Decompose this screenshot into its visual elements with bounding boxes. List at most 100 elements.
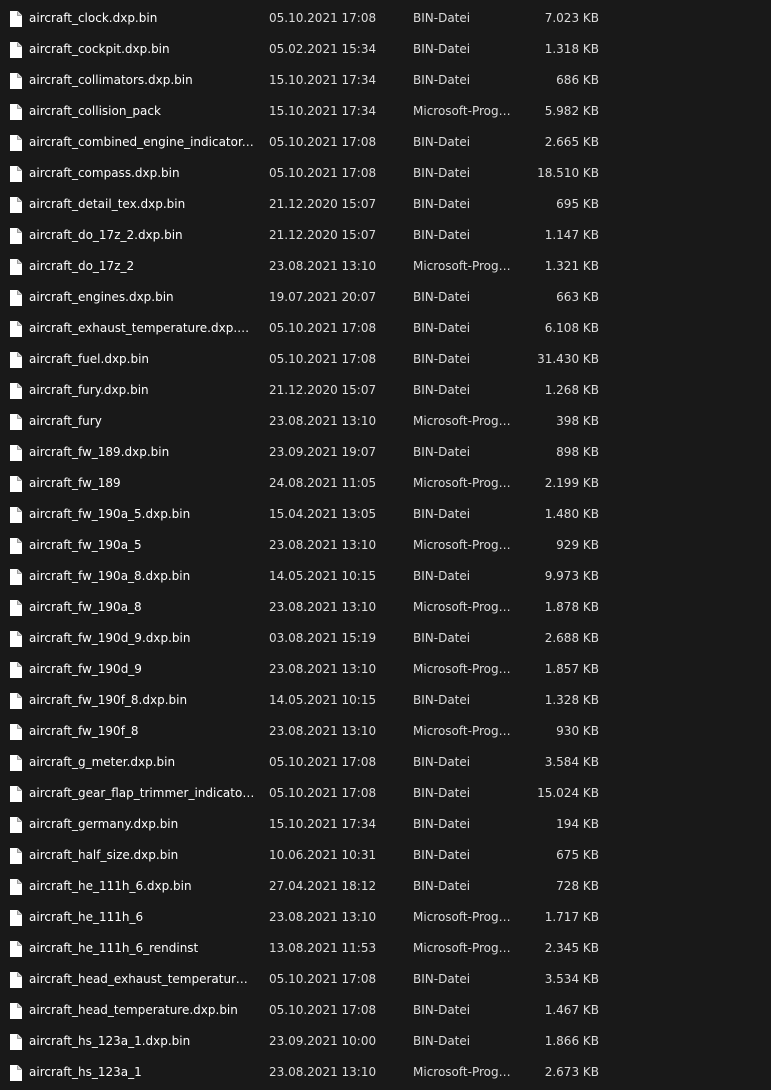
file-name: aircraft_do_17z_2 xyxy=(29,259,135,273)
file-modified-date: 14.05.2021 10:15 xyxy=(269,569,377,583)
file-modified-date: 21.12.2020 15:07 xyxy=(269,197,377,211)
file-row[interactable]: aircraft_fw_190f_8 23.08.2021 13:10 Micr… xyxy=(0,716,771,747)
file-size: 398 KB xyxy=(556,414,599,428)
file-row[interactable]: aircraft_hs_123a_1.dxp.bin 23.09.2021 10… xyxy=(0,1026,771,1057)
file-row[interactable]: aircraft_fuel.dxp.bin 05.10.2021 17:08 B… xyxy=(0,344,771,375)
file-modified-date: 05.02.2021 15:34 xyxy=(269,42,377,56)
file-type: BIN-Datei xyxy=(413,972,471,986)
file-modified-date: 15.10.2021 17:34 xyxy=(269,817,377,831)
file-name: aircraft_he_111h_6.dxp.bin xyxy=(29,879,192,893)
file-icon xyxy=(10,941,22,957)
file-type: BIN-Datei xyxy=(413,1003,471,1017)
file-name: aircraft_compass.dxp.bin xyxy=(29,166,180,180)
file-row[interactable]: aircraft_combined_engine_indicator.dxp..… xyxy=(0,127,771,158)
file-row[interactable]: aircraft_head_exhaust_temperature.dxp.b.… xyxy=(0,964,771,995)
file-name: aircraft_collimators.dxp.bin xyxy=(29,73,193,87)
file-icon xyxy=(10,104,22,120)
file-modified-date: 23.08.2021 13:10 xyxy=(269,662,377,676)
file-row[interactable]: aircraft_fw_189 24.08.2021 11:05 Microso… xyxy=(0,468,771,499)
file-type: BIN-Datei xyxy=(413,197,471,211)
file-icon xyxy=(10,383,22,399)
file-row[interactable]: aircraft_fw_190a_5.dxp.bin 15.04.2021 13… xyxy=(0,499,771,530)
file-icon xyxy=(10,259,22,275)
file-name: aircraft_hs_123a_1 xyxy=(29,1065,142,1079)
file-type: BIN-Datei xyxy=(413,848,471,862)
file-type: Microsoft-Progra... xyxy=(413,724,515,738)
file-row[interactable]: aircraft_compass.dxp.bin 05.10.2021 17:0… xyxy=(0,158,771,189)
file-modified-date: 10.06.2021 10:31 xyxy=(269,848,377,862)
file-modified-date: 23.08.2021 13:10 xyxy=(269,910,377,924)
file-row[interactable]: aircraft_he_111h_6 23.08.2021 13:10 Micr… xyxy=(0,902,771,933)
file-icon xyxy=(10,228,22,244)
file-modified-date: 03.08.2021 15:19 xyxy=(269,631,377,645)
file-row[interactable]: aircraft_do_17z_2.dxp.bin 21.12.2020 15:… xyxy=(0,220,771,251)
file-row[interactable]: aircraft_hs_123a_1 23.08.2021 13:10 Micr… xyxy=(0,1057,771,1088)
file-name: aircraft_detail_tex.dxp.bin xyxy=(29,197,186,211)
file-row[interactable]: aircraft_fury.dxp.bin 21.12.2020 15:07 B… xyxy=(0,375,771,406)
file-icon xyxy=(10,724,22,740)
file-row[interactable]: aircraft_clock.dxp.bin 05.10.2021 17:08 … xyxy=(0,3,771,34)
file-row[interactable]: aircraft_collision_pack 15.10.2021 17:34… xyxy=(0,96,771,127)
file-modified-date: 05.10.2021 17:08 xyxy=(269,166,377,180)
file-icon xyxy=(10,879,22,895)
file-name: aircraft_combined_engine_indicator.dxp..… xyxy=(29,135,255,149)
file-name: aircraft_cockpit.dxp.bin xyxy=(29,42,170,56)
file-modified-date: 19.07.2021 20:07 xyxy=(269,290,377,304)
file-type: BIN-Datei xyxy=(413,321,471,335)
file-row[interactable]: aircraft_head_temperature.dxp.bin 05.10.… xyxy=(0,995,771,1026)
file-row[interactable]: aircraft_he_111h_6.dxp.bin 27.04.2021 18… xyxy=(0,871,771,902)
file-modified-date: 27.04.2021 18:12 xyxy=(269,879,377,893)
file-modified-date: 05.10.2021 17:08 xyxy=(269,135,377,149)
file-type: BIN-Datei xyxy=(413,11,471,25)
file-row[interactable]: aircraft_fw_190a_8.dxp.bin 14.05.2021 10… xyxy=(0,561,771,592)
file-size: 2.199 KB xyxy=(544,476,599,490)
file-type: Microsoft-Progra... xyxy=(413,910,515,924)
file-size: 7.023 KB xyxy=(544,11,599,25)
file-row[interactable]: aircraft_do_17z_2 23.08.2021 13:10 Micro… xyxy=(0,251,771,282)
file-type: BIN-Datei xyxy=(413,507,471,521)
file-size: 728 KB xyxy=(556,879,599,893)
file-type: BIN-Datei xyxy=(413,135,471,149)
file-icon xyxy=(10,1065,22,1081)
file-list: aircraft_clock.dxp.bin 05.10.2021 17:08 … xyxy=(0,3,771,1088)
file-name: aircraft_collision_pack xyxy=(29,104,161,118)
file-size: 9.973 KB xyxy=(544,569,599,583)
file-icon xyxy=(10,445,22,461)
file-row[interactable]: aircraft_exhaust_temperature.dxp.bin 05.… xyxy=(0,313,771,344)
file-size: 1.480 KB xyxy=(544,507,599,521)
file-row[interactable]: aircraft_collimators.dxp.bin 15.10.2021 … xyxy=(0,65,771,96)
file-row[interactable]: aircraft_gear_flap_trimmer_indicator.dxp… xyxy=(0,778,771,809)
file-row[interactable]: aircraft_fw_190f_8.dxp.bin 14.05.2021 10… xyxy=(0,685,771,716)
file-size: 695 KB xyxy=(556,197,599,211)
file-name: aircraft_fw_190f_8 xyxy=(29,724,139,738)
file-row[interactable]: aircraft_half_size.dxp.bin 10.06.2021 10… xyxy=(0,840,771,871)
file-row[interactable]: aircraft_fw_190d_9.dxp.bin 03.08.2021 15… xyxy=(0,623,771,654)
file-row[interactable]: aircraft_germany.dxp.bin 15.10.2021 17:3… xyxy=(0,809,771,840)
file-type: BIN-Datei xyxy=(413,879,471,893)
file-row[interactable]: aircraft_he_111h_6_rendinst 13.08.2021 1… xyxy=(0,933,771,964)
file-row[interactable]: aircraft_detail_tex.dxp.bin 21.12.2020 1… xyxy=(0,189,771,220)
file-modified-date: 05.10.2021 17:08 xyxy=(269,755,377,769)
file-type: BIN-Datei xyxy=(413,569,471,583)
file-row[interactable]: aircraft_cockpit.dxp.bin 05.02.2021 15:3… xyxy=(0,34,771,65)
file-type: Microsoft-Progra... xyxy=(413,476,515,490)
file-row[interactable]: aircraft_fw_190d_9 23.08.2021 13:10 Micr… xyxy=(0,654,771,685)
file-icon xyxy=(10,538,22,554)
file-modified-date: 23.08.2021 13:10 xyxy=(269,414,377,428)
file-name: aircraft_he_111h_6_rendinst xyxy=(29,941,199,955)
file-row[interactable]: aircraft_g_meter.dxp.bin 05.10.2021 17:0… xyxy=(0,747,771,778)
file-icon xyxy=(10,166,22,182)
file-row[interactable]: aircraft_fw_189.dxp.bin 23.09.2021 19:07… xyxy=(0,437,771,468)
file-size: 5.982 KB xyxy=(544,104,599,118)
file-row[interactable]: aircraft_engines.dxp.bin 19.07.2021 20:0… xyxy=(0,282,771,313)
file-type: Microsoft-Progra... xyxy=(413,1065,515,1079)
file-size: 2.673 KB xyxy=(544,1065,599,1079)
file-type: Microsoft-Progra... xyxy=(413,538,515,552)
file-row[interactable]: aircraft_fury 23.08.2021 13:10 Microsoft… xyxy=(0,406,771,437)
file-name: aircraft_fw_190d_9 xyxy=(29,662,142,676)
file-size: 1.717 KB xyxy=(544,910,599,924)
file-row[interactable]: aircraft_fw_190a_8 23.08.2021 13:10 Micr… xyxy=(0,592,771,623)
file-modified-date: 21.12.2020 15:07 xyxy=(269,383,377,397)
file-row[interactable]: aircraft_fw_190a_5 23.08.2021 13:10 Micr… xyxy=(0,530,771,561)
file-type: BIN-Datei xyxy=(413,817,471,831)
